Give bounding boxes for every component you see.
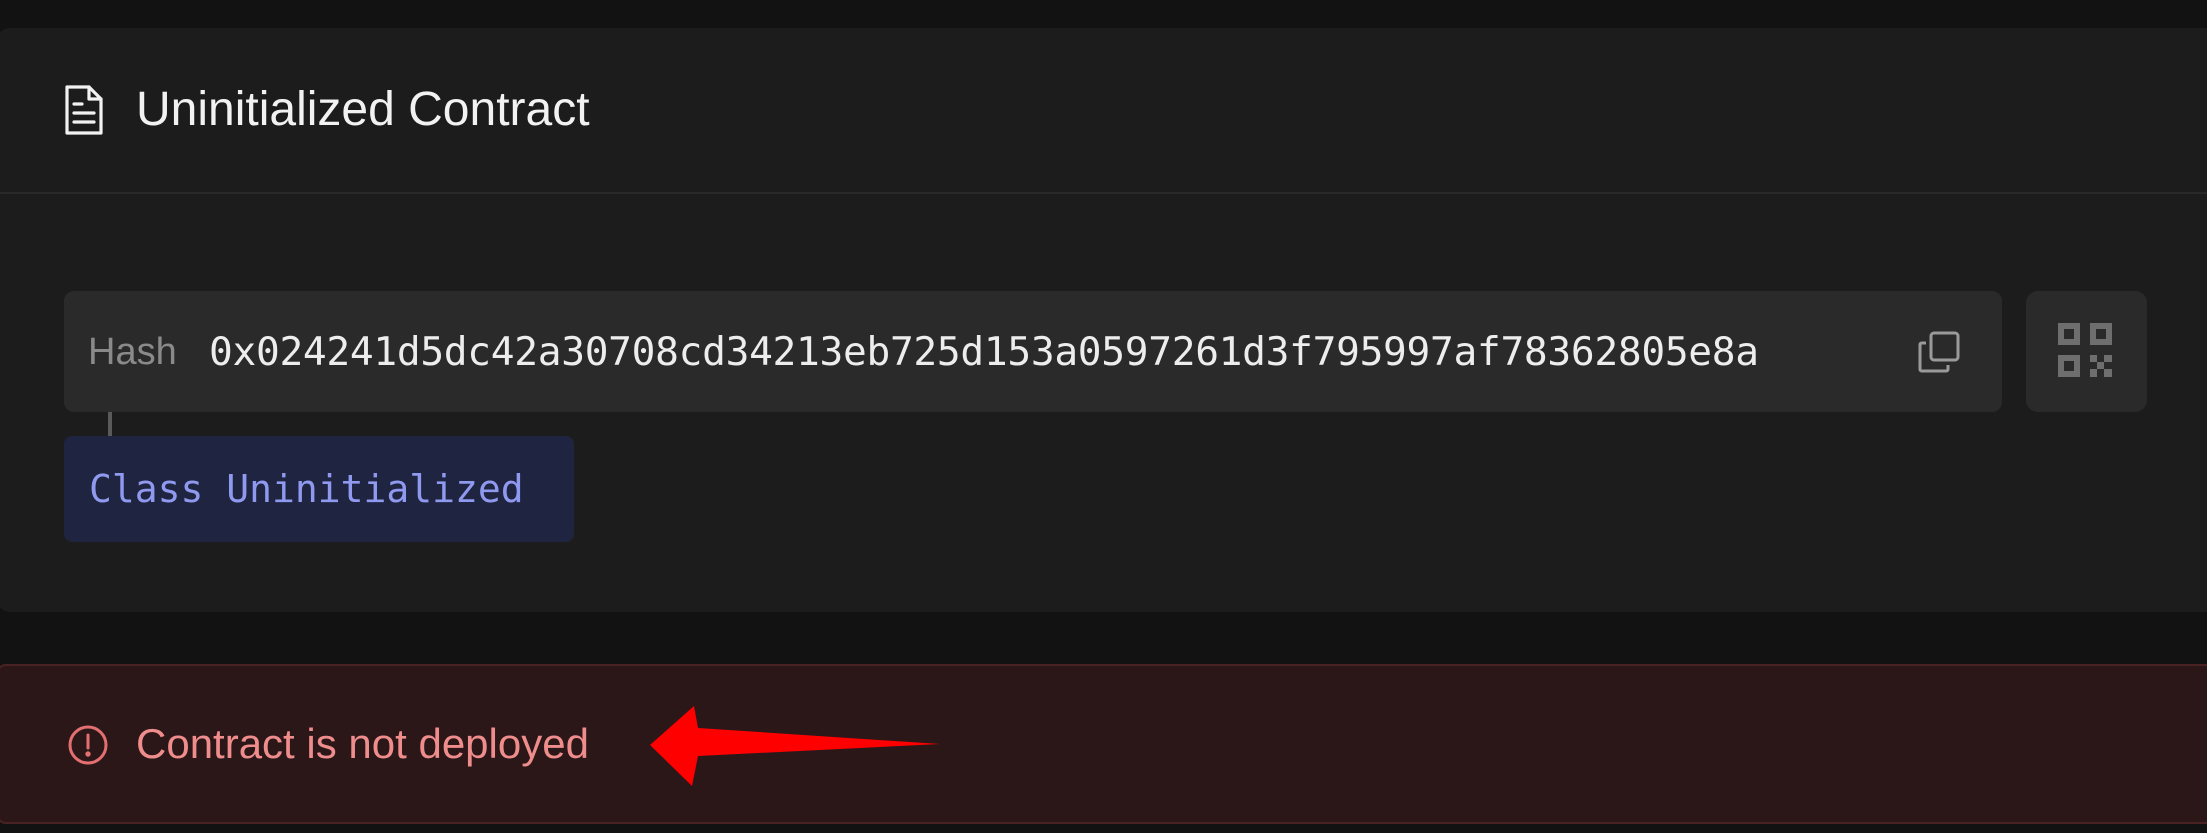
page: Uninitialized Contract Hash 0x024241d5dc… [0,0,2207,833]
error-banner: Contract is not deployed [0,664,2207,824]
tree-connector [108,412,112,436]
alert-circle-icon [68,725,108,765]
page-title: Uninitialized Contract [136,83,590,136]
qr-code-button[interactable] [2026,291,2147,412]
copy-icon[interactable] [1916,329,1962,375]
contract-card: Uninitialized Contract Hash 0x024241d5dc… [0,28,2207,612]
hash-label: Hash [88,331,177,373]
annotation-arrow-icon [650,706,940,786]
hash-field: Hash 0x024241d5dc42a30708cd34213eb725d15… [64,291,2002,412]
qr-code-icon [2058,323,2112,377]
hash-value[interactable]: 0x024241d5dc42a30708cd34213eb725d153a059… [209,329,1759,375]
document-icon [65,85,103,135]
card-header: Uninitialized Contract [0,28,2207,194]
error-message: Contract is not deployed [136,720,589,767]
class-badge[interactable]: Class Uninitialized [64,436,574,542]
class-badge-label: Class Uninitialized [89,467,524,511]
